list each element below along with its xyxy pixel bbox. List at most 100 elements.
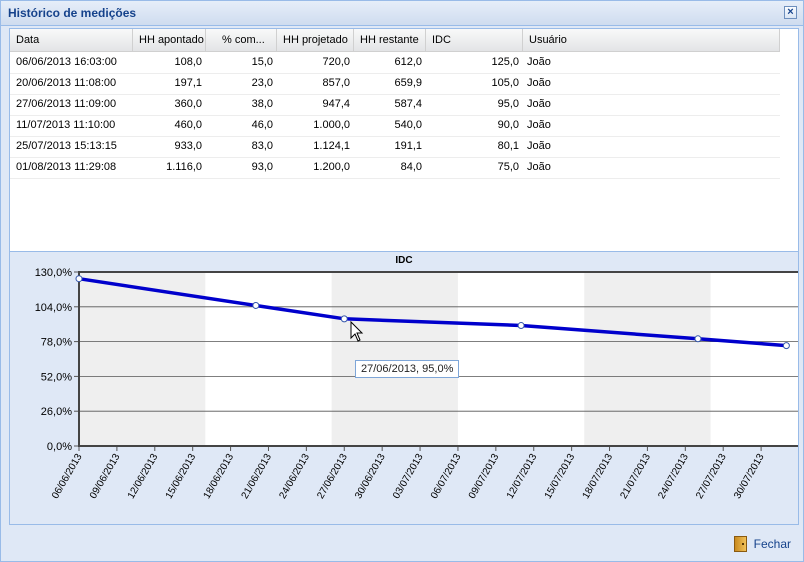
cell-hh-projetado: 947,4	[322, 98, 350, 110]
x-tick-label: 21/06/2013	[240, 452, 275, 501]
x-tick-label: 03/07/2013	[391, 452, 426, 501]
table-row[interactable]: 11/07/2013 11:10:00 460,0 46,0 1.000,0 540,0…	[10, 115, 780, 137]
table-row[interactable]: 01/08/2013 11:29:08 1.116,0 93,0 1.200,0 84,…	[10, 157, 780, 179]
window-footer: Fechar	[1, 528, 803, 561]
x-tick-label: 09/06/2013	[88, 452, 123, 501]
cell-percent-complete: 46,0	[251, 119, 273, 131]
plot-band	[584, 272, 711, 446]
column-header-usuario[interactable]: Usuário	[523, 29, 780, 51]
cell-data: 27/06/2013 11:09:00	[16, 98, 117, 110]
x-tick-label: 30/06/2013	[353, 452, 388, 501]
cell-usuario: João	[527, 161, 551, 173]
table-row[interactable]: 20/06/2013 11:08:00 197,1 23,0 857,0 659,9 10…	[10, 73, 780, 95]
cell-hh-apontado: 460,0	[174, 119, 202, 131]
cell-percent-complete: 83,0	[251, 140, 273, 152]
cell-usuario: João	[527, 56, 551, 68]
cell-hh-projetado: 1.200,0	[313, 161, 350, 173]
cell-idc: 125,0	[491, 56, 519, 68]
table-row[interactable]: 25/07/2013 15:13:15 933,0 83,0 1.124,1 191,1…	[10, 136, 780, 158]
close-icon[interactable]: ×	[784, 6, 797, 19]
cell-percent-complete: 93,0	[251, 161, 273, 173]
data-point	[694, 335, 702, 343]
cell-data: 25/07/2013 15:13:15	[16, 140, 117, 152]
cell-percent-complete: 38,0	[251, 98, 273, 110]
cell-hh-restante: 659,9	[394, 77, 422, 89]
data-point	[517, 322, 525, 330]
column-header-data[interactable]: Data	[10, 29, 133, 51]
x-tick-label: 27/06/2013	[315, 452, 350, 501]
y-tick-label: 130,0%	[35, 267, 73, 279]
window-body: Data HH apontado % com... HH projetado H…	[9, 28, 799, 525]
close-button[interactable]: Fechar	[733, 534, 791, 554]
x-tick-label: 27/07/2013	[694, 452, 729, 501]
x-tick-label: 21/07/2013	[618, 452, 653, 501]
door-icon	[733, 536, 747, 552]
cell-hh-apontado: 1.116,0	[166, 161, 202, 173]
table-row[interactable]: 06/06/2013 16:03:00 108,0 15,0 720,0 612,0 12…	[10, 52, 780, 74]
cell-idc: 75,0	[497, 161, 519, 173]
column-header-hh-projetado[interactable]: HH projetado	[277, 29, 354, 51]
cell-hh-restante: 540,0	[394, 119, 422, 131]
x-tick-label: 15/07/2013	[543, 452, 578, 501]
window-titlebar[interactable]: Histórico de medições ×	[1, 1, 803, 26]
plot-band	[79, 272, 206, 446]
idc-chart-panel: IDC 0,0% 26,0% 52,0% 78,0% 104,0% 130,0% 06/06…	[10, 252, 798, 524]
cell-hh-restante: 191,1	[394, 140, 422, 152]
cell-data: 01/08/2013 11:29:08	[16, 161, 117, 173]
x-tick-label: 18/06/2013	[202, 452, 237, 501]
measurements-grid: Data HH apontado % com... HH projetado H…	[10, 29, 798, 252]
x-tick-label: 18/07/2013	[581, 452, 616, 501]
cell-usuario: João	[527, 77, 551, 89]
cell-usuario: João	[527, 119, 551, 131]
data-point	[252, 301, 260, 309]
cell-idc: 90,0	[497, 119, 519, 131]
column-header-percent-complete[interactable]: % com...	[206, 29, 277, 51]
y-tick-label: 78,0%	[41, 337, 72, 349]
cell-hh-apontado: 933,0	[174, 140, 202, 152]
cell-hh-apontado: 197,1	[174, 77, 202, 89]
data-point	[340, 315, 348, 323]
column-header-hh-restante[interactable]: HH restante	[354, 29, 426, 51]
cell-idc: 105,0	[491, 77, 519, 89]
x-tick-label: 24/07/2013	[656, 452, 691, 501]
column-header-idc[interactable]: IDC	[426, 29, 523, 51]
cell-hh-projetado: 857,0	[322, 77, 350, 89]
cell-hh-restante: 84,0	[400, 161, 422, 173]
cell-data: 20/06/2013 11:08:00	[16, 77, 117, 89]
y-tick-label: 104,0%	[35, 302, 73, 314]
x-tick-label: 09/07/2013	[467, 452, 502, 501]
data-point	[782, 342, 790, 350]
cell-percent-complete: 15,0	[251, 56, 273, 68]
idc-line-chart: 0,0% 26,0% 52,0% 78,0% 104,0% 130,0% 06/06/201…	[35, 267, 798, 501]
plot-band	[331, 272, 458, 446]
cell-percent-complete: 23,0	[251, 77, 273, 89]
x-tick-label: 30/07/2013	[732, 452, 767, 501]
cell-hh-apontado: 108,0	[174, 56, 202, 68]
chart-tooltip: 27/06/2013, 95,0%	[355, 360, 460, 378]
x-tick-label: 24/06/2013	[277, 452, 312, 501]
x-tick-label: 15/06/2013	[164, 452, 199, 501]
grid-header: Data HH apontado % com... HH projetado H…	[10, 29, 780, 52]
cell-data: 11/07/2013 11:10:00	[16, 119, 116, 131]
cell-hh-apontado: 360,0	[174, 98, 202, 110]
cell-hh-projetado: 1.124,1	[313, 140, 350, 152]
column-header-hh-apontado[interactable]: HH apontado	[133, 29, 206, 51]
x-tick-label: 12/06/2013	[126, 452, 161, 501]
close-button-label: Fechar	[753, 537, 791, 551]
cell-hh-restante: 612,0	[394, 56, 422, 68]
cell-hh-projetado: 1.000,0	[313, 119, 350, 131]
cell-data: 06/06/2013 16:03:00	[16, 56, 117, 68]
y-tick-label: 52,0%	[41, 371, 72, 383]
y-tick-label: 0,0%	[47, 441, 72, 453]
cell-hh-restante: 587,4	[394, 98, 422, 110]
table-row[interactable]: 27/06/2013 11:09:00 360,0 38,0 947,4 587,4 95…	[10, 94, 780, 116]
x-tick-label: 06/07/2013	[429, 452, 464, 501]
cell-usuario: João	[527, 98, 551, 110]
x-tick-label: 06/06/2013	[50, 452, 85, 501]
cell-usuario: João	[527, 140, 551, 152]
data-point	[75, 275, 83, 283]
x-tick-label: 12/07/2013	[505, 452, 540, 501]
measurement-history-window: Histórico de medições × Data HH apontado…	[0, 0, 804, 562]
cell-idc: 95,0	[497, 98, 519, 110]
cell-idc: 80,1	[497, 140, 519, 152]
